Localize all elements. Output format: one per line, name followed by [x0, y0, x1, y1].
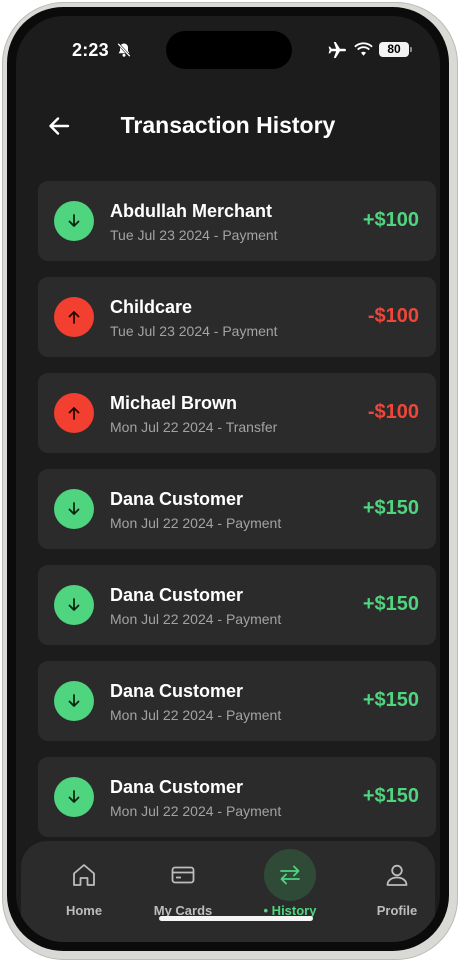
- home-indicator: [159, 916, 313, 921]
- transaction-date-type: Mon Jul 22 2024 - Payment: [110, 803, 282, 819]
- transaction-amount: -$100: [367, 305, 419, 327]
- arrow-up-icon: [54, 297, 94, 337]
- status-time: 2:23: [72, 40, 109, 60]
- transaction-item[interactable]: Dana Customer Mon Jul 22 2024 - Payment …: [38, 565, 436, 645]
- transaction-amount: +$150: [362, 785, 419, 807]
- app-screen: 2:23 80 Transaction History Abdullah Mer…: [16, 16, 440, 942]
- transaction-amount: +$150: [362, 689, 419, 711]
- home-icon: [58, 849, 110, 901]
- tab-profile[interactable]: Profile: [347, 841, 440, 931]
- transaction-amount: -$100: [367, 401, 419, 423]
- wifi-icon: [354, 42, 373, 56]
- transaction-item[interactable]: Michael Brown Mon Jul 22 2024 - Transfer…: [38, 373, 436, 453]
- phone-bezel: 2:23 80 Transaction History Abdullah Mer…: [7, 7, 449, 951]
- transaction-date-type: Mon Jul 22 2024 - Payment: [110, 611, 282, 627]
- swap-arrows-icon: [264, 849, 316, 901]
- arrow-down-icon: [54, 489, 94, 529]
- arrow-down-icon: [54, 585, 94, 625]
- transaction-date-type: Tue Jul 23 2024 - Payment: [110, 227, 278, 243]
- tab-home[interactable]: Home: [34, 841, 134, 931]
- transaction-name: Dana Customer: [110, 489, 244, 509]
- battery-indicator: 80: [379, 42, 409, 57]
- transaction-name: Childcare: [110, 297, 193, 317]
- transaction-item[interactable]: Childcare Tue Jul 23 2024 - Payment -$10…: [38, 277, 436, 357]
- tab-label: Home: [65, 903, 103, 918]
- battery-tip: [410, 47, 412, 52]
- transaction-item[interactable]: Dana Customer Mon Jul 22 2024 - Payment …: [38, 469, 436, 549]
- card-icon: [157, 849, 209, 901]
- transaction-item[interactable]: Abdullah Merchant Tue Jul 23 2024 - Paym…: [38, 181, 436, 261]
- transaction-amount: +$150: [362, 497, 419, 519]
- transaction-item[interactable]: Dana Customer Mon Jul 22 2024 - Payment …: [38, 757, 436, 837]
- user-icon: [371, 849, 423, 901]
- transaction-name: Dana Customer: [110, 681, 244, 701]
- dynamic-island: [166, 31, 292, 69]
- transaction-name: Dana Customer: [110, 777, 244, 797]
- arrow-up-icon: [54, 393, 94, 433]
- arrow-down-icon: [54, 201, 94, 241]
- arrow-down-icon: [54, 681, 94, 721]
- bottom-tab-bar: Home My Cards • History Profile: [21, 841, 435, 942]
- bell-muted-icon: [117, 42, 131, 58]
- page-title: Transaction History: [120, 112, 336, 138]
- transaction-amount: +$150: [362, 593, 419, 615]
- transaction-date-type: Mon Jul 22 2024 - Payment: [110, 707, 282, 723]
- transaction-date-type: Tue Jul 23 2024 - Payment: [110, 323, 278, 339]
- transaction-date-type: Mon Jul 22 2024 - Payment: [110, 515, 282, 531]
- transaction-name: Abdullah Merchant: [110, 201, 273, 221]
- airplane-mode-icon: [328, 42, 346, 58]
- arrow-down-icon: [54, 777, 94, 817]
- transaction-date-type: Mon Jul 22 2024 - Transfer: [110, 419, 278, 435]
- transaction-name: Dana Customer: [110, 585, 244, 605]
- transaction-amount: +$100: [362, 209, 419, 231]
- transaction-name: Michael Brown: [110, 393, 238, 413]
- transaction-item[interactable]: Dana Customer Mon Jul 22 2024 - Payment …: [38, 661, 436, 741]
- tab-label: Profile: [376, 903, 418, 918]
